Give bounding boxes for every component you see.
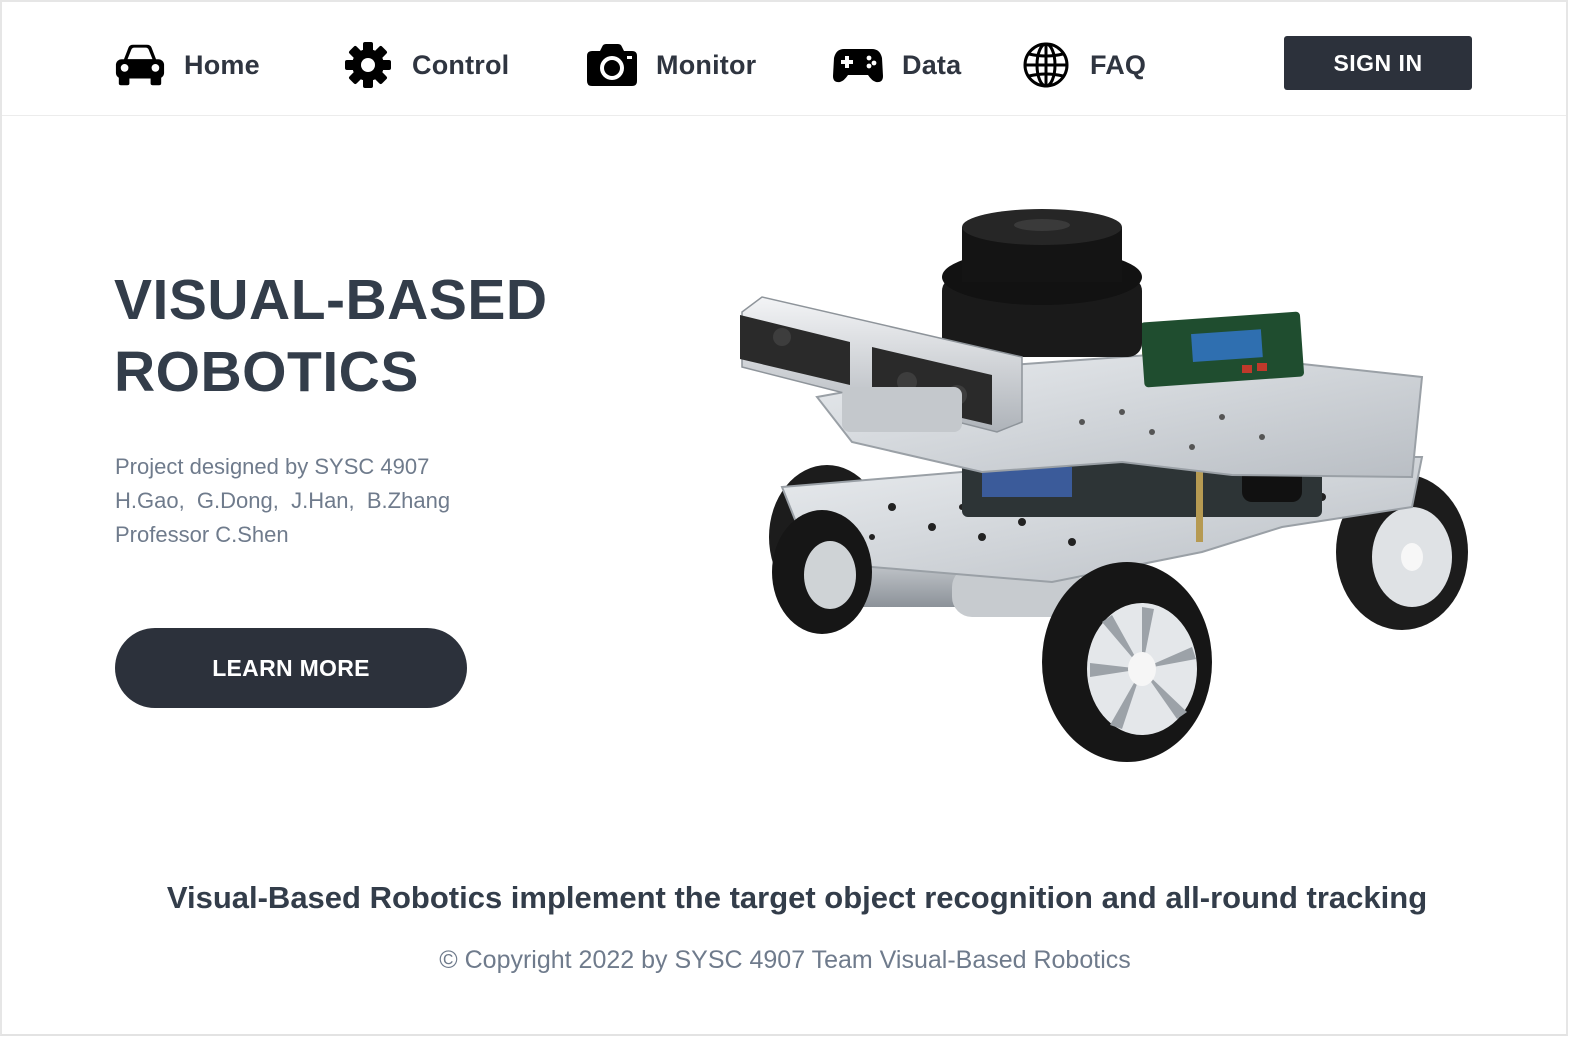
nav-label-home: Home [184,49,260,80]
camera-icon [586,40,638,90]
car-icon [114,40,166,90]
nav-label-faq: FAQ [1090,49,1147,80]
credits-line-authors: H.Gao, G.Dong, J.Han, B.Zhang [115,488,451,513]
page-frame: Home Control Monitor Data FAQ SIGN IN VI… [0,0,1568,1036]
top-navigation: Home Control Monitor Data FAQ SIGN IN [2,2,1566,116]
sign-in-button[interactable]: SIGN IN [1284,36,1472,90]
project-credits: Project designed by SYSC 4907 H.Gao, G.D… [115,450,595,552]
nav-label-monitor: Monitor [656,49,757,80]
nav-item-home[interactable]: Home [114,40,260,90]
nav-item-control[interactable]: Control [342,40,509,90]
tagline: Visual-Based Robotics implement the targ… [166,880,1428,915]
nav-item-faq[interactable]: FAQ [1020,40,1146,90]
page-title: VISUAL-BASED ROBOTICS [114,264,634,408]
title-line-1: VISUAL-BASED [114,268,548,332]
learn-more-button[interactable]: LEARN MORE [115,628,467,708]
nav-label-control: Control [412,49,510,80]
credits-line-course: Project designed by SYSC 4907 [115,454,430,479]
globe-icon [1020,40,1072,90]
nav-item-monitor[interactable]: Monitor [586,40,756,90]
nav-label-data: Data [902,49,962,80]
credits-line-professor: Professor C.Shen [115,522,289,547]
title-line-2: ROBOTICS [114,340,419,404]
gamepad-icon [832,40,884,90]
robot-image [740,209,1468,762]
copyright-notice: © Copyright 2022 by SYSC 4907 Team Visua… [439,946,1131,974]
nav-item-data[interactable]: Data [832,40,961,90]
gear-icon [342,40,394,90]
